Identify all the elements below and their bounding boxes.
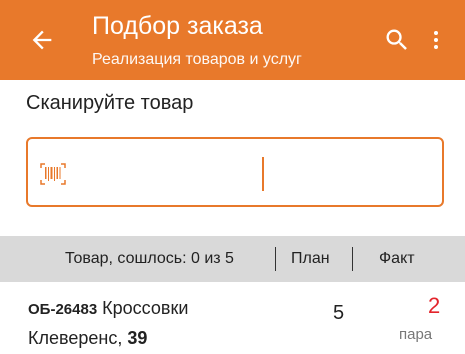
page-subtitle: Реализация товаров и услуг [92,51,302,68]
page-title: Подбор заказа [92,12,263,40]
barcode-icon [40,163,66,185]
text-cursor [262,157,264,191]
table-header: Товар, сошлось: 0 из 5 План Факт [0,236,465,282]
app-bar: Подбор заказа Реализация товаров и услуг [0,0,465,80]
item-description: ОБ-26483 Кроссовки Клеверенс, 39 [28,294,278,352]
table-row[interactable]: ОБ-26483 Кроссовки Клеверенс, 39 5 2 пар… [0,282,465,354]
plan-quantity: 5 [333,302,345,324]
item-code: ОБ-26483 [28,301,98,318]
arrow-back-icon[interactable] [28,26,56,54]
header-plan: План [291,250,330,267]
barcode-input[interactable] [26,137,444,207]
header-divider [352,247,353,271]
header-goods: Товар, сошлось: 0 из 5 [65,250,234,267]
scan-prompt: Сканируйте товар [26,92,194,114]
item-size: 39 [127,328,148,348]
header-divider [275,247,276,271]
more-vert-icon[interactable] [424,26,448,54]
header-fact: Факт [379,250,415,267]
quantity-unit: пара [399,326,433,343]
fact-quantity: 2 [428,293,441,318]
search-icon[interactable] [383,26,411,54]
